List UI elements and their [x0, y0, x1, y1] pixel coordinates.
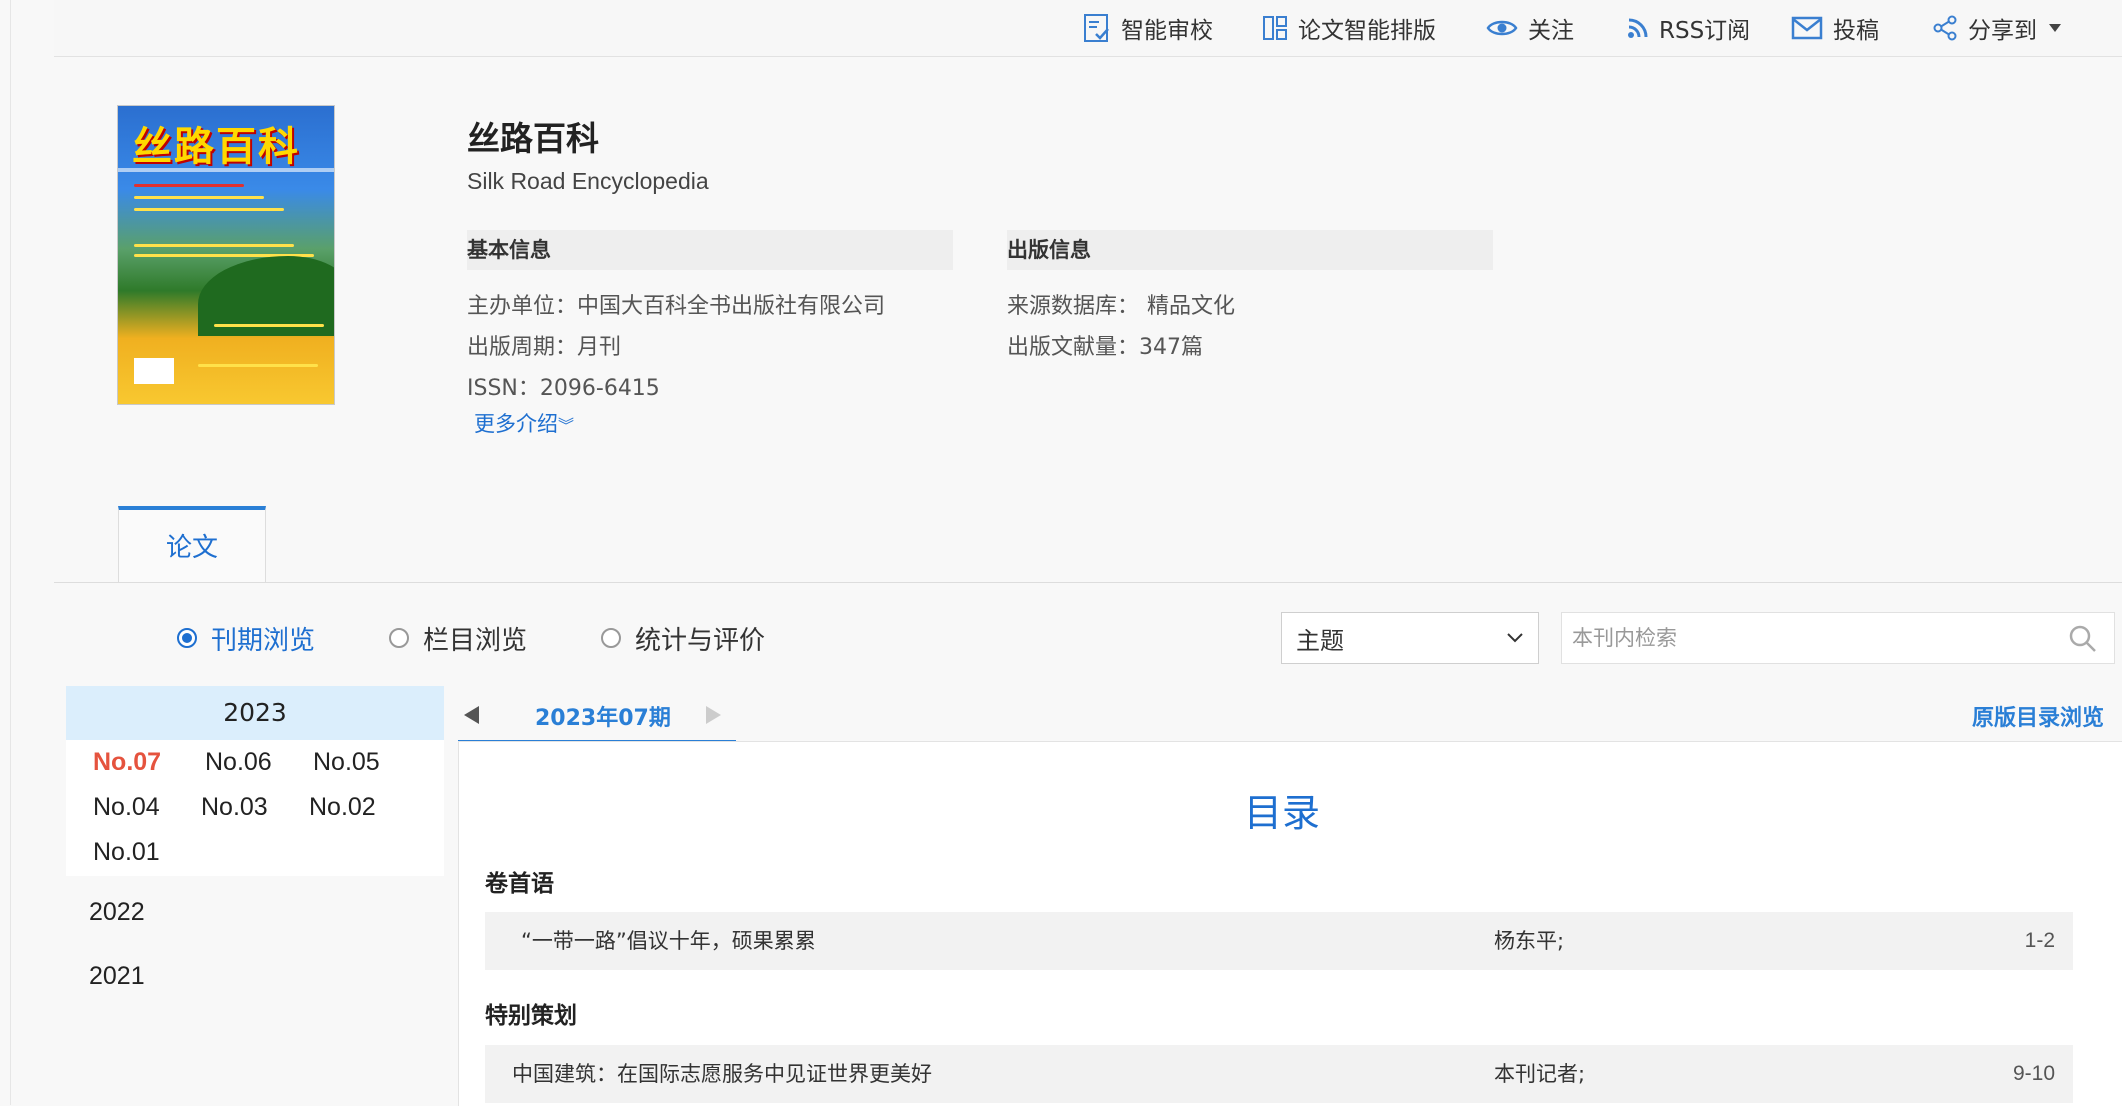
pub-count-value: 347篇	[1139, 335, 1204, 360]
cover-band	[118, 168, 334, 172]
issn-value: 2096-6415	[539, 376, 660, 401]
chevron-down-icon	[1507, 633, 1523, 643]
issue-item-no04[interactable]: No.04	[93, 793, 160, 822]
article-pages: 9-10	[2012, 1062, 2055, 1085]
source-db-value: 精品文化	[1147, 294, 1236, 319]
sponsor-value: 中国大百科全书出版社有限公司	[577, 294, 886, 319]
share-label: 分享到	[1968, 18, 2037, 44]
toc-title: 目录	[1244, 791, 1321, 835]
source-db-row: 来源数据库： 精品文化	[1007, 288, 1235, 320]
rss-subscribe-label: RSS订阅	[1659, 18, 1751, 44]
journal-cover-image: 丝路百科	[117, 105, 335, 405]
issn-row: ISSN：2096-6415	[467, 370, 660, 402]
more-intro-label: 更多介绍	[474, 412, 558, 436]
issue-item-no07[interactable]: No.07	[93, 748, 161, 777]
issue-item-no06[interactable]: No.06	[205, 748, 272, 777]
cover-line	[134, 184, 244, 187]
cover-line	[198, 364, 318, 367]
toc-article-row[interactable]: “一带一路”倡议十年，硕果累累 杨东平; 1-2	[485, 912, 2073, 970]
journal-search-box	[1561, 612, 2115, 664]
search-field-selected: 主题	[1296, 626, 1344, 655]
year-2021[interactable]: 2021	[89, 962, 145, 991]
radio-stats-evaluation[interactable]: 统计与评价	[601, 618, 765, 658]
cover-barcode	[134, 358, 174, 384]
rss-icon	[1628, 18, 1648, 38]
share-icon	[1933, 15, 1957, 41]
cover-line	[214, 324, 324, 327]
radio-column-browse-label: 栏目浏览	[423, 625, 528, 656]
search-field-select[interactable]: 主题	[1281, 612, 1539, 664]
article-pages: 1-2	[2024, 929, 2055, 952]
issn-label: ISSN：	[467, 376, 540, 401]
article-title[interactable]: 中国建筑：在国际志愿服务中见证世界更美好	[512, 1045, 932, 1103]
layout-icon	[1263, 16, 1287, 40]
period-value: 月刊	[577, 335, 622, 360]
journal-search-input[interactable]	[1562, 613, 2054, 663]
submit-manuscript-button[interactable]: 投稿	[1791, 0, 1879, 56]
double-chevron-down-icon: ︾	[558, 416, 575, 435]
current-issue-label: 2023年07期	[535, 706, 671, 731]
cover-line	[134, 196, 264, 199]
more-intro-link[interactable]: 更多介绍︾	[474, 408, 574, 438]
toc-section-heading: 卷首语	[485, 871, 554, 897]
smart-layout-label: 论文智能排版	[1298, 18, 1436, 44]
radio-unselected-icon	[389, 628, 409, 648]
sponsor-row: 主办单位：中国大百科全书出版社有限公司	[467, 288, 885, 320]
cover-title: 丝路百科	[132, 123, 300, 170]
tab-papers[interactable]: 论文	[118, 506, 266, 582]
period-label: 出版周期：	[467, 335, 578, 360]
follow-button[interactable]: 关注	[1486, 0, 1574, 56]
submit-manuscript-label: 投稿	[1833, 18, 1879, 44]
year-issue-panel: 2023 No.07 No.06 No.05 No.04 No.03 No.02…	[66, 686, 444, 876]
issue-item-no03[interactable]: No.03	[201, 793, 268, 822]
sponsor-label: 主办单位：	[467, 294, 578, 319]
journal-english-title: Silk Road Encyclopedia	[467, 168, 709, 194]
eye-icon	[1486, 20, 1518, 36]
source-db-label: 来源数据库：	[1007, 294, 1140, 319]
pub-count-row: 出版文献量：347篇	[1007, 329, 1203, 361]
radio-stats-evaluation-label: 统计与评价	[635, 625, 766, 656]
radio-unselected-icon	[601, 628, 621, 648]
cover-line	[134, 208, 284, 211]
mail-icon	[1791, 16, 1823, 40]
pub-info-heading: 出版信息	[1007, 230, 1493, 270]
radio-issue-browse[interactable]: 刊期浏览	[177, 618, 315, 658]
period-row: 出版周期：月刊	[467, 329, 621, 361]
issue-item-no02[interactable]: No.02	[309, 793, 376, 822]
article-author[interactable]: 本刊记者;	[1494, 1045, 1585, 1103]
page-left-border	[10, 0, 11, 1105]
issue-item-no01[interactable]: No.01	[93, 838, 160, 867]
year-2023[interactable]: 2023	[66, 686, 444, 740]
toc-article-row[interactable]: 中国建筑：在国际志愿服务中见证世界更美好 本刊记者; 9-10	[485, 1045, 2073, 1103]
year-2022[interactable]: 2022	[89, 898, 145, 927]
radio-issue-browse-label: 刊期浏览	[211, 625, 316, 656]
follow-label: 关注	[1528, 18, 1574, 44]
smart-layout-button[interactable]: 论文智能排版	[1262, 0, 1436, 56]
issue-item-no05[interactable]: No.05	[313, 748, 380, 777]
rss-subscribe-button[interactable]: RSS订阅	[1627, 0, 1750, 56]
radio-selected-icon	[177, 628, 197, 648]
pub-count-label: 出版文献量：	[1007, 335, 1140, 360]
article-author[interactable]: 杨东平;	[1494, 912, 1564, 970]
top-toolbar: 智能审校 论文智能排版 关注 RSS订阅 投稿 分享到	[54, 0, 2122, 57]
smart-proofread-button[interactable]: 智能审校	[1083, 0, 1213, 56]
prev-issue-arrow-icon[interactable]	[461, 704, 481, 726]
check-doc-icon	[1084, 14, 1109, 42]
cover-line	[134, 244, 294, 247]
share-button[interactable]: 分享到	[1932, 0, 2063, 56]
smart-proofread-label: 智能审校	[1121, 18, 1213, 44]
caret-down-icon	[2049, 24, 2061, 32]
basic-info-heading: 基本信息	[467, 230, 953, 270]
tab-divider	[54, 582, 2122, 583]
toc-section-heading: 特别策划	[485, 1003, 577, 1029]
radio-column-browse[interactable]: 栏目浏览	[389, 618, 527, 658]
journal-title: 丝路百科	[467, 119, 599, 158]
next-issue-arrow-icon[interactable]	[704, 704, 724, 726]
article-title[interactable]: “一带一路”倡议十年，硕果累累	[521, 912, 816, 970]
search-icon[interactable]	[2068, 624, 2098, 654]
original-toc-link[interactable]: 原版目录浏览	[1972, 700, 2104, 732]
